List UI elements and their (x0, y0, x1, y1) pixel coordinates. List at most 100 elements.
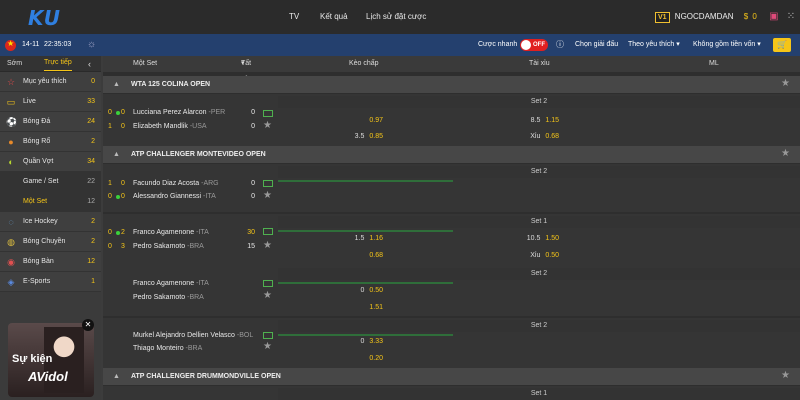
match-row: Set 2 Murkel Alejandro Dellien Velasco -… (103, 318, 800, 368)
star-icon[interactable]: ★ (263, 290, 272, 301)
top-bar: KU TV Kết quả Lịch sử đặt cược V1 NGOCDA… (0, 0, 800, 34)
username[interactable]: NGOCDAMDAN (675, 12, 734, 21)
sidebar-item-esports[interactable]: ◈ E-Sports 1 (0, 272, 101, 292)
set-label: Set 2 (278, 166, 800, 178)
esports-icon: ◈ (7, 277, 15, 287)
ou-odd-1[interactable]: 8.5 1.15 (519, 114, 559, 128)
cart-icon[interactable]: 🛒 (773, 38, 791, 52)
help-icon[interactable]: ⓘ (556, 34, 564, 56)
match-row: Set 1 0 2 Franco Agamenone -ITA 30 0 3 Pedro … (103, 214, 800, 266)
match-stats-icon[interactable] (263, 228, 273, 235)
close-icon[interactable]: ✕ (82, 319, 94, 331)
toggle-state: OFF (533, 42, 545, 48)
ou-odd-2[interactable]: Xỉu 0.50 (519, 249, 559, 263)
team-1: 1 0 Facundo Diaz Acosta -ARG 0 (108, 180, 255, 187)
sidebar-item-ice-hockey[interactable]: ◌ Ice Hockey 2 (0, 212, 101, 232)
team-1: 0 0 Lucciana Perez Alarcon -PER 0 (108, 109, 255, 116)
star-icon[interactable]: ★ (781, 78, 790, 89)
capital-dropdown[interactable]: Không gồm tiền vốn ▾ (693, 34, 761, 56)
sidebar-item-live[interactable]: ▭ Live 33 (0, 92, 101, 112)
quick-bet-toggle[interactable]: OFF (520, 39, 548, 51)
star-icon[interactable]: ★ (263, 240, 272, 251)
handicap-odd-2[interactable]: 0.20 (343, 352, 383, 366)
nav-tv[interactable]: TV (289, 0, 299, 34)
sidebar-item-soccer[interactable]: ⚽ Bóng Đá 24 (0, 112, 101, 132)
header-market: Một Set (133, 60, 158, 67)
header-ml: ML (709, 60, 719, 67)
team-2: 0 0 Alessandro Giannessi -ITA 0 (108, 193, 255, 200)
set-label: Set 1 (278, 388, 800, 400)
sidebar-tabs: Sớm Trực tiếp ‹ (0, 56, 101, 72)
match-row: Set 2 Franco Agamenone -ITA Pedro Sakamo… (103, 266, 800, 316)
sidebar-item-favorites[interactable]: ☆ Mục yêu thích 0 (0, 72, 101, 92)
ou-odd-1[interactable]: 10.5 1.50 (519, 232, 559, 246)
match-row: Set 2 1 0 Facundo Diaz Acosta -ARG 0 0 0 Ales… (103, 164, 800, 212)
team-1: Franco Agamenone -ITA (133, 280, 209, 287)
gift-icon[interactable]: ▣ (769, 11, 778, 22)
header-overunder: Tài xỉu (529, 60, 550, 67)
sort-dropdown[interactable]: Theo yêu thích ▾ (628, 34, 680, 56)
chevron-left-icon[interactable]: ‹ (88, 56, 91, 72)
grid-icon[interactable]: ⁙ (787, 11, 795, 22)
sun-icon[interactable]: ☼ (87, 34, 96, 56)
handicap-odd-1[interactable]: 1.5 1.16 (343, 232, 383, 246)
choose-league[interactable]: Chọn giải đấu (575, 34, 618, 56)
nav-bet-history[interactable]: Lịch sử đặt cược (366, 0, 426, 34)
info-bar: 14-11 22:35:03 ☼ Cược nhanh OFF ⓘ Chọn g… (0, 34, 800, 56)
handicap-odd-2[interactable]: 3.5 0.85 (343, 130, 383, 144)
star-icon[interactable]: ★ (263, 341, 272, 352)
star-icon[interactable]: ★ (781, 370, 790, 381)
soccer-icon: ⚽ (6, 117, 18, 127)
league-row[interactable]: ▲ ATP CHALLENGER MONTEVIDEO OPEN ★ (103, 146, 800, 163)
handicap-odd-2[interactable]: 0.68 (343, 249, 383, 263)
hockey-icon: ◌ (8, 217, 14, 227)
currency-symbol: $ (743, 12, 749, 21)
sidebar-subitem-one-set[interactable]: Một Set 12 (0, 192, 101, 212)
set-label: Set 2 (278, 320, 800, 332)
balance: 0 (752, 12, 757, 21)
tab-live[interactable]: Trực tiếp (44, 56, 72, 71)
clock: 22:35:03 (44, 41, 72, 48)
match-row: Set 1 (103, 386, 800, 400)
match-stats-icon[interactable] (263, 180, 273, 187)
sidebar-item-tennis[interactable]: ◐ Quần Vợt 34 (0, 152, 101, 172)
match-row: Set 2 0 0 Lucciana Perez Alarcon -PER 0 10E… (103, 94, 800, 146)
handicap-odd-1[interactable]: 0.97 (343, 114, 383, 128)
set-label: Set 1 (278, 216, 800, 228)
promo-line1: Sự kiện (12, 353, 53, 365)
promo-banner[interactable]: Sự kiện AVidol ✕ (8, 319, 94, 397)
league-row[interactable]: ▲ WTA 125 COLINA OPEN ★ (103, 76, 800, 93)
tennis-icon: ◐ (8, 157, 14, 167)
match-stats-icon[interactable] (263, 280, 273, 287)
star-icon[interactable]: ★ (263, 190, 272, 201)
ou-odd-2[interactable]: Xỉu 0.68 (519, 130, 559, 144)
flag-icon[interactable] (5, 39, 16, 51)
sidebar-subitem-game-set[interactable]: Game / Set 22 (0, 172, 101, 192)
team-2: Thiago Monteiro -BRA (133, 345, 203, 352)
basketball-icon: ● (8, 137, 14, 147)
nav-results[interactable]: Kết quả (320, 0, 348, 34)
star-icon: ☆ (6, 77, 16, 87)
logo[interactable]: KU (28, 6, 61, 30)
tab-early[interactable]: Sớm (7, 56, 22, 72)
odds-table: Một Set Tất cả ▾ Kèo chấp Tài xỉu ML ▲WT… (103, 56, 800, 400)
sidebar-item-volleyball[interactable]: ◍ Bóng Chuyền 2 (0, 232, 101, 252)
set-label: Set 2 (278, 96, 800, 108)
promo-line2: AVidol (28, 369, 68, 384)
league-row[interactable]: ▲ ATP CHALLENGER DRUMMONDVILLE OPEN ★ (103, 368, 800, 385)
vip-badge: V1 (655, 12, 670, 23)
user-area: V1 NGOCDAMDAN $ 0 ▣ ⁙ (655, 0, 800, 34)
sidebar-item-table-tennis[interactable]: ◉ Bóng Bàn 12 (0, 252, 101, 272)
handicap-odd-1[interactable]: 0 0.50 (343, 284, 383, 298)
date: 14-11 (22, 41, 40, 48)
match-stats-icon[interactable] (263, 332, 273, 339)
sidebar-item-basketball[interactable]: ● Bóng Rổ 2 (0, 132, 101, 152)
header-all-dropdown[interactable]: Tất cả ▾ (241, 56, 251, 83)
match-stats-icon[interactable] (263, 110, 273, 117)
team-1: 0 2 Franco Agamenone -ITA 30 (108, 229, 255, 236)
star-icon[interactable]: ★ (263, 120, 272, 131)
handicap-odd-1[interactable]: 0 3.33 (343, 335, 383, 349)
handicap-odd-2[interactable]: 1.51 (343, 301, 383, 315)
table-header: Một Set Tất cả ▾ Kèo chấp Tài xỉu ML (103, 56, 800, 83)
star-icon[interactable]: ★ (781, 148, 790, 159)
